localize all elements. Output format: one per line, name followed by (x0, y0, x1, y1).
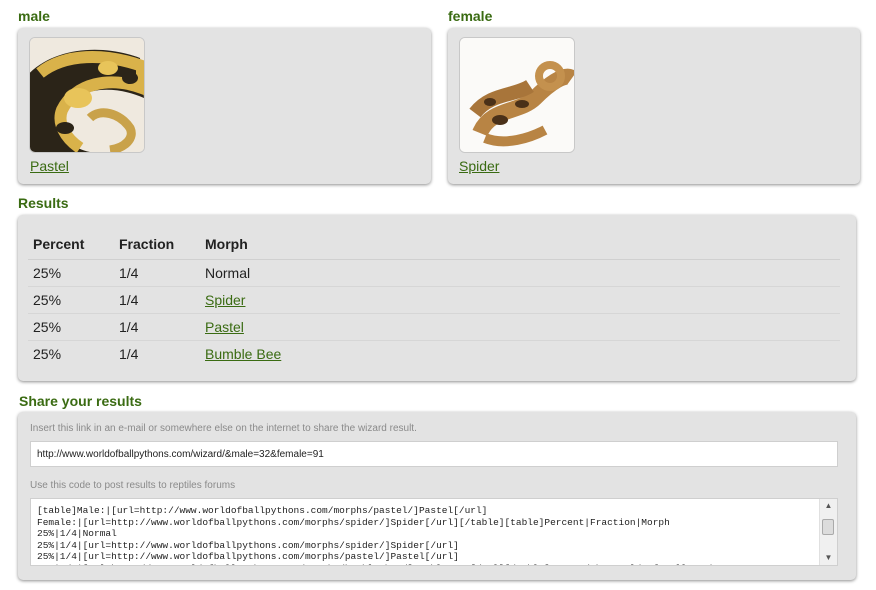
scroll-up-icon[interactable]: ▲ (820, 499, 837, 513)
male-snake-image[interactable] (29, 37, 145, 153)
female-morph-link[interactable]: Spider (459, 158, 499, 174)
morph-cell: Spider (200, 286, 840, 314)
share-heading: Share your results (19, 393, 142, 409)
fraction-cell: 1/4 (114, 286, 200, 314)
percent-cell: 25% (33, 346, 62, 362)
male-morph-link[interactable]: Pastel (30, 158, 69, 174)
male-heading: male (18, 8, 50, 24)
column-header-morph: Morph (200, 229, 840, 260)
morph-cell: Normal (200, 259, 840, 287)
column-header-percent: Percent (28, 229, 114, 260)
male-panel: Pastel (18, 28, 431, 184)
table-row: 25% 1/4 Normal (28, 259, 840, 287)
percent-cell: 25% (28, 259, 114, 287)
fraction-cell: 1/4 (119, 346, 139, 362)
column-header-fraction: Fraction (114, 229, 200, 260)
code-hint: Use this code to post results to reptile… (30, 480, 236, 491)
female-snake-image[interactable] (459, 37, 575, 153)
share-panel: Insert this link in an e-mail or somewhe… (18, 412, 856, 580)
results-table: Percent Fraction Morph 25% 1/4 Normal 25… (28, 229, 840, 367)
code-scrollbar[interactable]: ▲ ▼ (819, 499, 837, 565)
percent-cell: 25% (28, 313, 114, 341)
female-panel: Spider (448, 28, 860, 184)
morph-link-pastel[interactable]: Pastel (205, 319, 244, 335)
morph-link-spider[interactable]: Spider (205, 292, 245, 308)
fraction-cell: 1/4 (114, 259, 200, 287)
morph-cell: Pastel (200, 313, 840, 341)
forum-code-textarea[interactable]: [table]Male:|[url=http://www.worldofball… (30, 498, 838, 566)
table-row: 25% 1/4 Pastel (28, 313, 840, 341)
ball-python-photo-icon (460, 38, 574, 152)
morph-cell: Bumble Bee (200, 341, 840, 368)
female-heading: female (448, 8, 493, 24)
percent-cell: 25% (28, 286, 114, 314)
results-panel: Percent Fraction Morph 25% 1/4 Normal 25… (18, 215, 856, 381)
share-link-input[interactable] (30, 441, 838, 467)
forum-code-text: [table]Male:|[url=http://www.worldofball… (37, 505, 733, 565)
table-row: 25% 1/4 Bumble Bee (28, 341, 840, 368)
scroll-thumb[interactable] (822, 519, 834, 535)
table-row: 25% 1/4 Spider (28, 286, 840, 314)
scroll-down-icon[interactable]: ▼ (820, 551, 837, 565)
ball-python-photo-icon (30, 38, 144, 152)
results-heading: Results (18, 195, 69, 211)
morph-link-bumble-bee[interactable]: Bumble Bee (205, 346, 281, 362)
results-header-row: Percent Fraction Morph (28, 229, 840, 260)
fraction-cell: 1/4 (114, 313, 200, 341)
link-hint: Insert this link in an e-mail or somewhe… (30, 423, 417, 434)
